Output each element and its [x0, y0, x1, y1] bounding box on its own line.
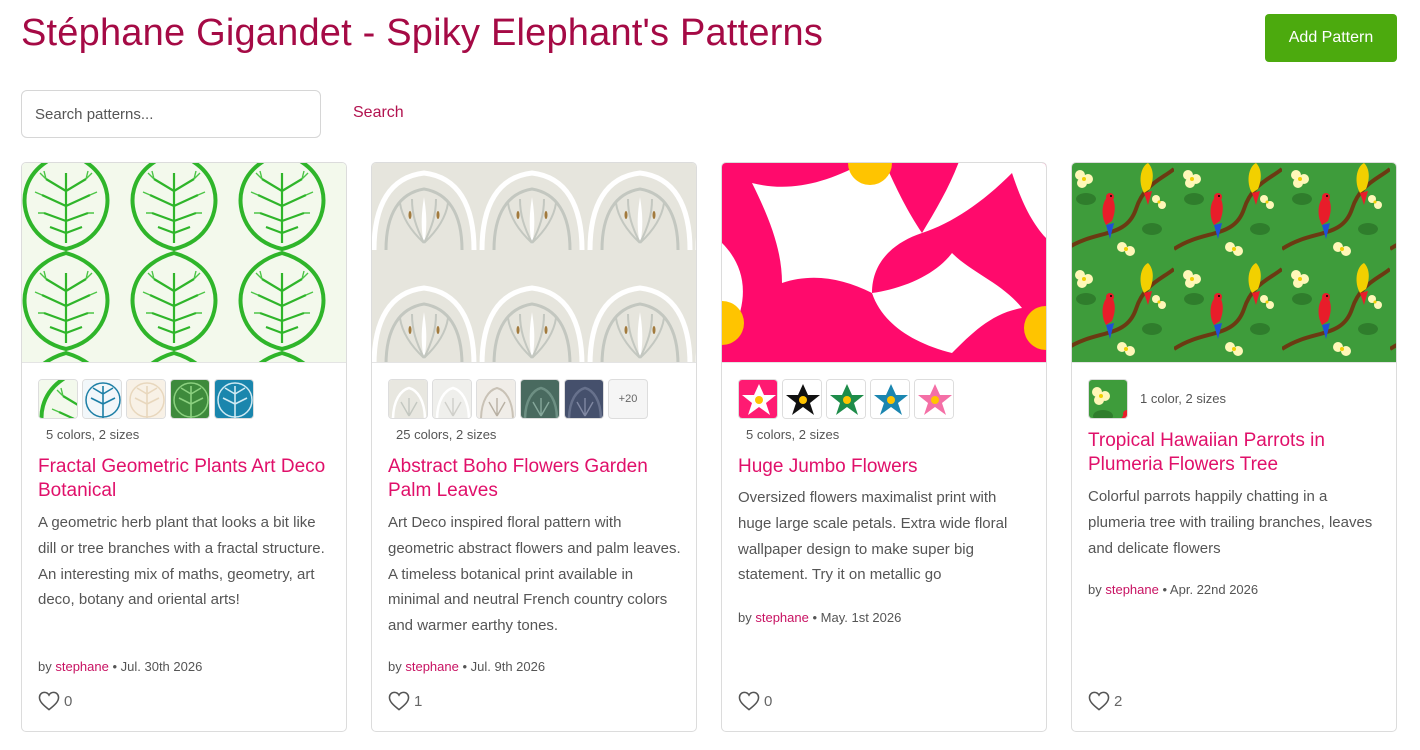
- pattern-card: +20 25 colors, 2 sizes Abstract Boho Flo…: [371, 162, 697, 732]
- pattern-meta: by stephane • Jul. 9th 2026: [388, 659, 546, 674]
- author-link[interactable]: stephane: [1105, 582, 1159, 597]
- pattern-card: 5 colors, 2 sizes Fractal Geometric Plan…: [21, 162, 347, 732]
- like-button[interactable]: 0: [38, 691, 72, 711]
- colors-sizes-info: 5 colors, 2 sizes: [46, 427, 140, 442]
- pattern-image[interactable]: [722, 163, 1046, 363]
- pattern-card: 1 color, 2 sizes Tropical Hawaiian Parro…: [1071, 162, 1397, 732]
- pattern-description: A geometric herb plant that looks a bit …: [38, 514, 325, 609]
- pattern-title[interactable]: Fractal Geometric Plants Art Deco Botani…: [38, 455, 328, 503]
- colors-sizes-info: 5 colors, 2 sizes: [746, 427, 840, 442]
- swatch[interactable]: [476, 379, 516, 419]
- add-pattern-button[interactable]: Add Pattern: [1265, 14, 1397, 62]
- swatch[interactable]: [38, 379, 78, 419]
- like-count: 1: [414, 692, 423, 710]
- colors-sizes-info: 1 color, 2 sizes: [1140, 391, 1226, 406]
- colors-sizes-info: 25 colors, 2 sizes: [396, 427, 497, 442]
- swatch[interactable]: [432, 379, 472, 419]
- pattern-title[interactable]: Abstract Boho Flowers Garden Palm Leaves: [388, 455, 678, 503]
- swatch[interactable]: [82, 379, 122, 419]
- pattern-meta: by stephane • Jul. 30th 2026: [38, 659, 203, 674]
- color-swatches: [1088, 379, 1128, 419]
- pattern-description: Colorful parrots happily chatting in a p…: [1088, 488, 1373, 557]
- pattern-meta: by stephane • May. 1st 2026: [738, 610, 902, 625]
- like-button[interactable]: 1: [388, 691, 422, 711]
- pattern-image[interactable]: [1072, 163, 1396, 363]
- swatch[interactable]: [826, 379, 866, 419]
- swatch[interactable]: [126, 379, 166, 419]
- heart-icon: [1088, 691, 1110, 711]
- search-input[interactable]: [21, 90, 321, 138]
- swatch[interactable]: [870, 379, 910, 419]
- color-swatches: +20: [388, 379, 648, 419]
- heart-icon: [38, 691, 60, 711]
- heart-icon: [738, 691, 760, 711]
- pattern-meta: by stephane • Apr. 22nd 2026: [1088, 582, 1259, 597]
- pattern-description: Oversized flowers maximalist print with …: [738, 489, 1008, 584]
- swatch[interactable]: [388, 379, 428, 419]
- heart-icon: [388, 691, 410, 711]
- swatch[interactable]: [564, 379, 604, 419]
- pattern-image[interactable]: [22, 163, 346, 363]
- swatch[interactable]: [170, 379, 210, 419]
- like-count: 0: [764, 692, 773, 710]
- swatch[interactable]: [914, 379, 954, 419]
- author-link[interactable]: stephane: [755, 610, 809, 625]
- swatch[interactable]: [214, 379, 254, 419]
- swatch[interactable]: [738, 379, 778, 419]
- author-link[interactable]: stephane: [405, 659, 459, 674]
- page-title: Stéphane Gigandet - Spiky Elephant's Pat…: [21, 12, 824, 54]
- more-swatches-button[interactable]: +20: [608, 379, 648, 419]
- like-count: 0: [64, 692, 73, 710]
- like-button[interactable]: 2: [1088, 691, 1122, 711]
- pattern-title[interactable]: Huge Jumbo Flowers: [738, 455, 1028, 479]
- swatch[interactable]: [782, 379, 822, 419]
- swatch[interactable]: [1088, 379, 1128, 419]
- search-button[interactable]: Search: [353, 104, 404, 122]
- color-swatches: [738, 379, 954, 419]
- pattern-card: 5 colors, 2 sizes Huge Jumbo Flowers Ove…: [721, 162, 1047, 732]
- like-count: 2: [1114, 692, 1123, 710]
- like-button[interactable]: 0: [738, 691, 772, 711]
- color-swatches: [38, 379, 254, 419]
- pattern-image[interactable]: [372, 163, 696, 363]
- swatch[interactable]: [520, 379, 560, 419]
- pattern-title[interactable]: Tropical Hawaiian Parrots in Plumeria Fl…: [1088, 429, 1378, 477]
- pattern-description: Art Deco inspired floral pattern with ge…: [388, 514, 681, 635]
- author-link[interactable]: stephane: [55, 659, 109, 674]
